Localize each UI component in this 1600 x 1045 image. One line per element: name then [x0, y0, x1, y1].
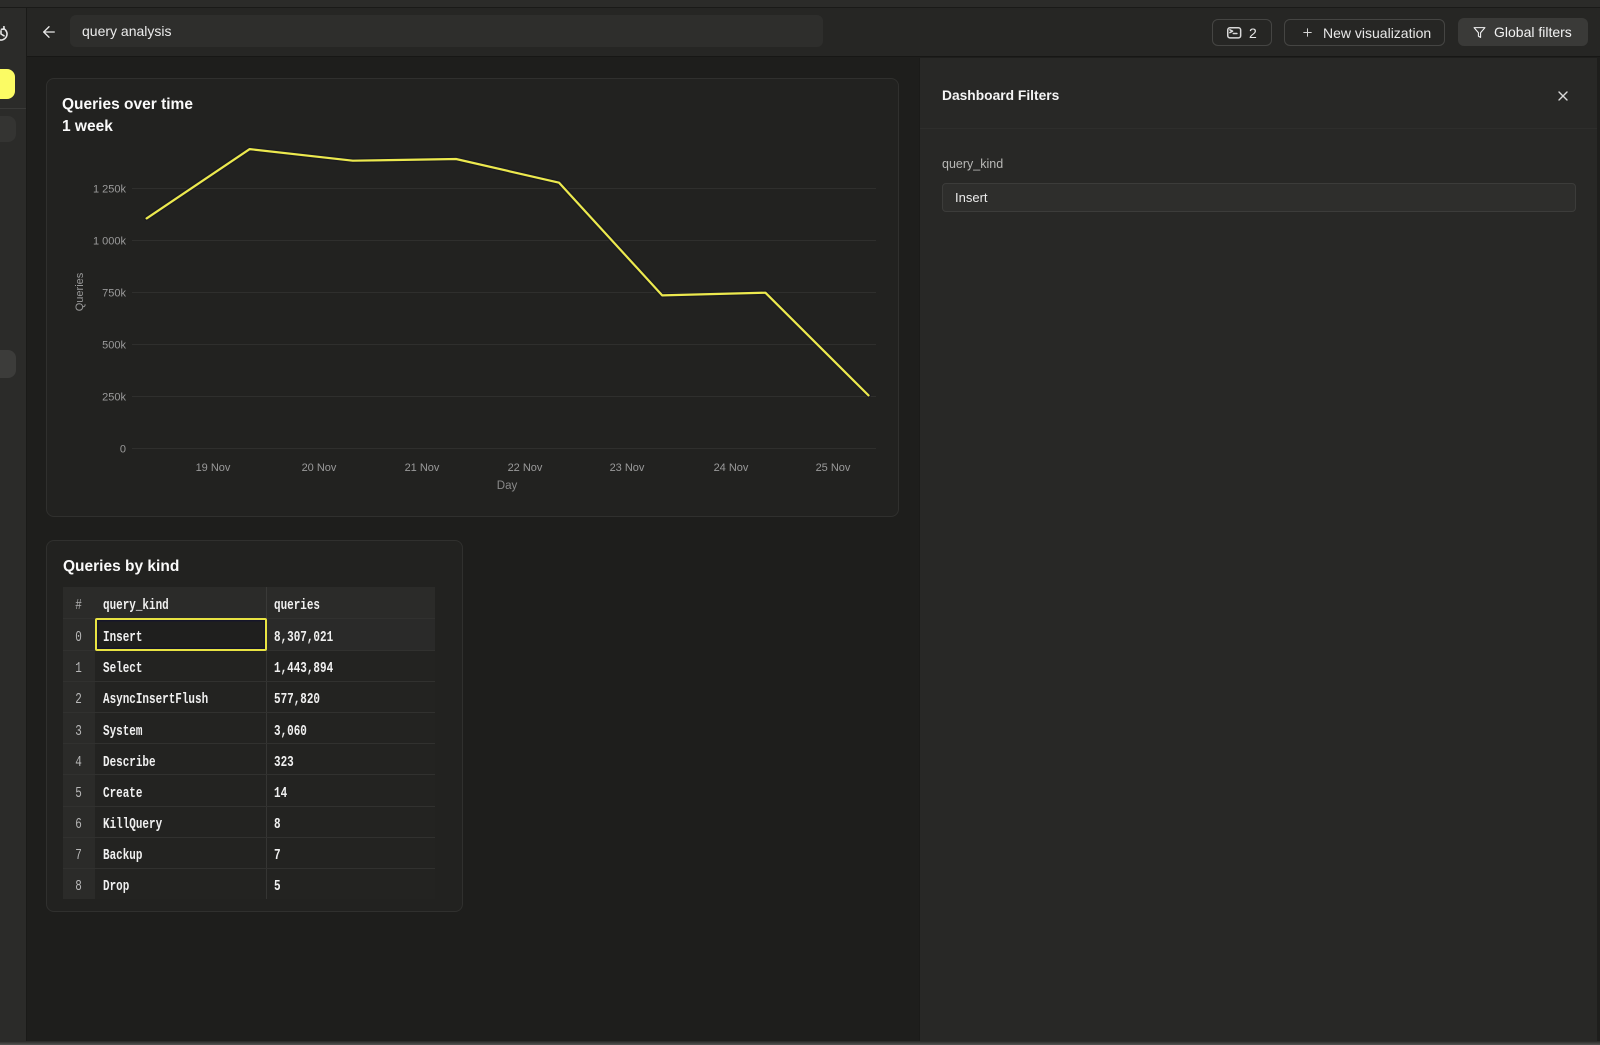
svg-text:22 Nov: 22 Nov [508, 462, 543, 474]
svg-text:23 Nov: 23 Nov [610, 462, 645, 474]
svg-text:1 000k: 1 000k [93, 236, 127, 248]
svg-text:25 Nov: 25 Nov [816, 462, 851, 474]
svg-text:0: 0 [120, 444, 126, 456]
svg-text:250k: 250k [102, 392, 126, 404]
svg-text:1 250k: 1 250k [93, 184, 127, 196]
svg-text:750k: 750k [102, 288, 126, 300]
svg-text:20 Nov: 20 Nov [302, 462, 337, 474]
svg-text:19 Nov: 19 Nov [196, 462, 231, 474]
svg-text:Day: Day [497, 480, 518, 492]
svg-text:Queries: Queries [74, 272, 86, 311]
svg-text:500k: 500k [102, 340, 126, 352]
svg-text:21 Nov: 21 Nov [405, 462, 440, 474]
svg-text:24 Nov: 24 Nov [714, 462, 749, 474]
